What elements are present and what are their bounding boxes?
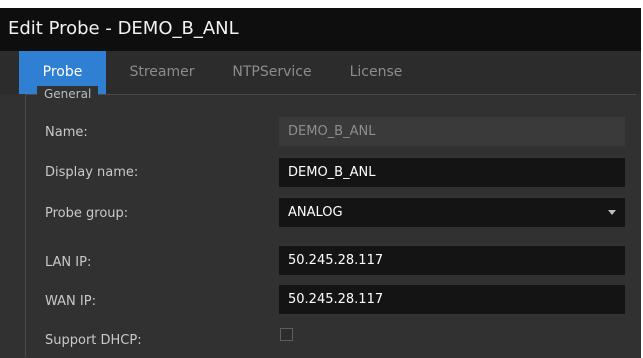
general-legend: General	[37, 86, 99, 103]
tab-streamer[interactable]: Streamer	[117, 51, 207, 94]
tab-ntpservice[interactable]: NTPService	[222, 51, 322, 94]
wan-ip-label: WAN IP:	[45, 294, 96, 309]
lan-ip-field[interactable]: 50.245.28.117	[279, 246, 625, 275]
wan-ip-field[interactable]: 50.245.28.117	[279, 285, 625, 314]
support-dhcp-label: Support DHCP:	[45, 333, 142, 348]
display-name-field[interactable]: DEMO_B_ANL	[279, 158, 625, 187]
probe-group-value: ANALOG	[288, 205, 343, 220]
display-name-label: Display name:	[45, 165, 139, 180]
lan-ip-label: LAN IP:	[45, 255, 92, 270]
name-label: Name:	[45, 125, 88, 140]
probe-group-label: Probe group:	[45, 206, 129, 221]
name-field: DEMO_B_ANL	[279, 117, 625, 146]
support-dhcp-checkbox[interactable]	[280, 328, 293, 341]
tab-license[interactable]: License	[336, 51, 416, 94]
dialog-title: Edit Probe - DEMO_B_ANL	[8, 18, 239, 39]
probe-group-select[interactable]: ANALOG	[279, 198, 625, 227]
chevron-down-icon	[608, 210, 616, 215]
title-bar: Edit Probe - DEMO_B_ANL	[0, 8, 641, 51]
